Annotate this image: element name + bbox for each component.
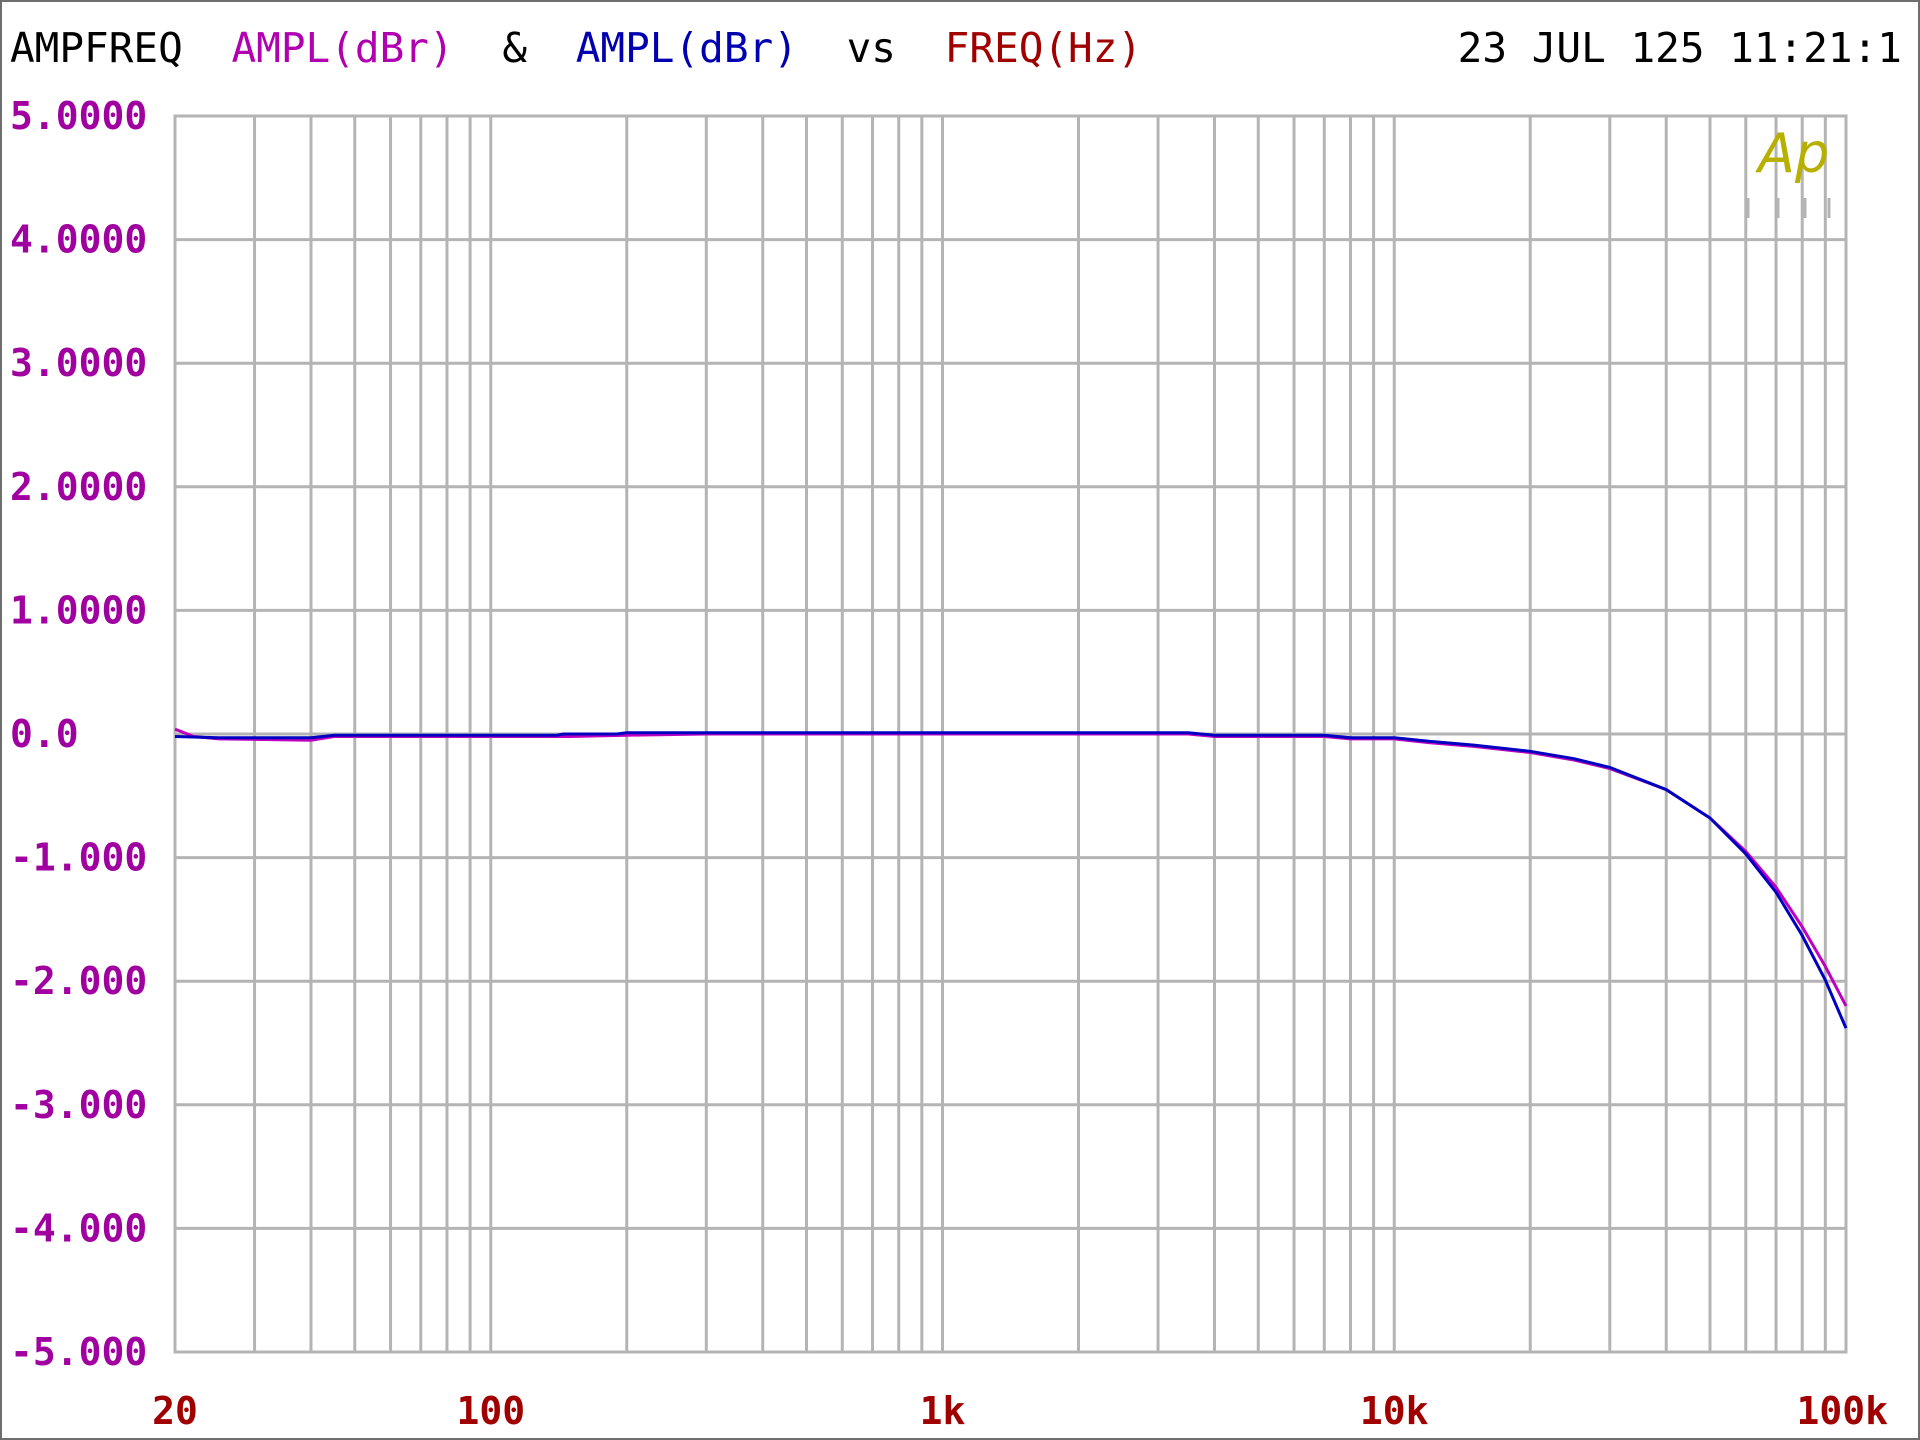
y-tick-label: 1.0000 [10, 588, 147, 632]
y-tick-label: -2.000 [10, 959, 147, 1003]
y-tick-label: -4.000 [10, 1206, 147, 1250]
frequency-response-chart: AMPFREQ AMPL(dBr) & AMPL(dBr) vs FREQ(Hz… [10, 24, 1902, 1433]
y-tick-label: 0.0 [10, 712, 79, 756]
y-tick-label: -1.000 [10, 836, 147, 880]
series-line [174, 727, 1848, 1007]
x-tick-label: 100 [456, 1389, 525, 1433]
header-timestamp: 23 JUL 125 11:21:1 [1458, 24, 1902, 72]
ap-logo-text: Ap [1755, 122, 1829, 185]
series-line [174, 731, 1848, 1029]
x-tick-label: 100k [1796, 1389, 1888, 1433]
header-title-part: FREQ(Hz) [945, 24, 1142, 72]
ap-logo: Ap [1746, 122, 1831, 218]
series-group [174, 727, 1848, 1029]
x-tick-label: 1k [920, 1389, 966, 1433]
y-tick-label: 5.0000 [10, 94, 147, 138]
x-tick-label: 10k [1360, 1389, 1429, 1433]
chart-header: AMPFREQ AMPL(dBr) & AMPL(dBr) vs FREQ(Hz… [10, 24, 1142, 72]
x-tick-labels: 20 100 1k 10k 100k [152, 1389, 1888, 1433]
y-tick-label: 3.0000 [10, 341, 147, 385]
y-tick-label: -3.000 [10, 1083, 147, 1127]
header-title-part: & [502, 24, 527, 72]
header-title-part: vs [847, 24, 896, 72]
y-tick-label: 4.0000 [10, 218, 147, 262]
header-title-part: AMPL(dBr) [231, 24, 453, 72]
y-tick-label: 2.0000 [10, 465, 147, 509]
x-tick-label: 20 [152, 1389, 198, 1433]
y-tick-labels: 5.0000 4.0000 3.0000 2.0000 1.0000 0.0 -1.000 -… [10, 94, 147, 1374]
header-title-part: AMPFREQ [10, 24, 183, 72]
y-tick-label: -5.000 [10, 1330, 147, 1374]
header-title-part: AMPL(dBr) [576, 24, 798, 72]
